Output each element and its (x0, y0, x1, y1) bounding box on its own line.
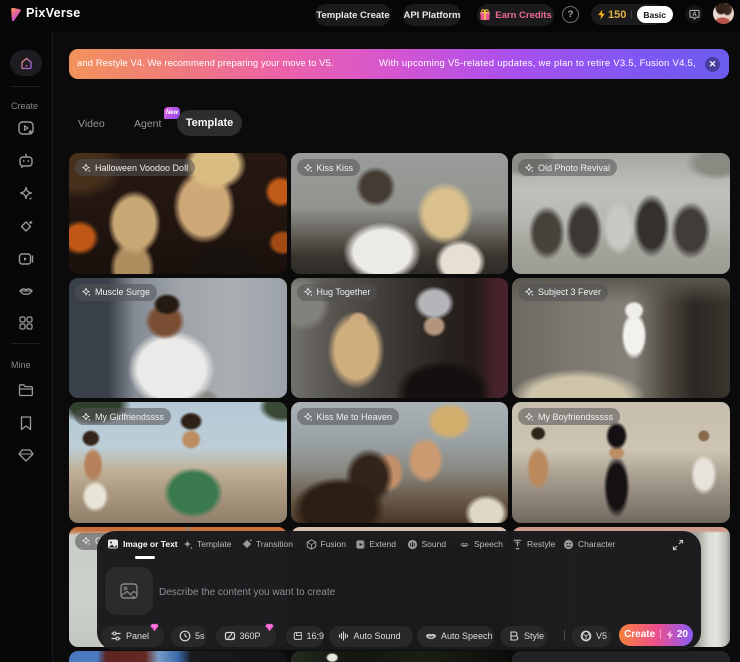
svg-text:A: A (692, 11, 697, 17)
